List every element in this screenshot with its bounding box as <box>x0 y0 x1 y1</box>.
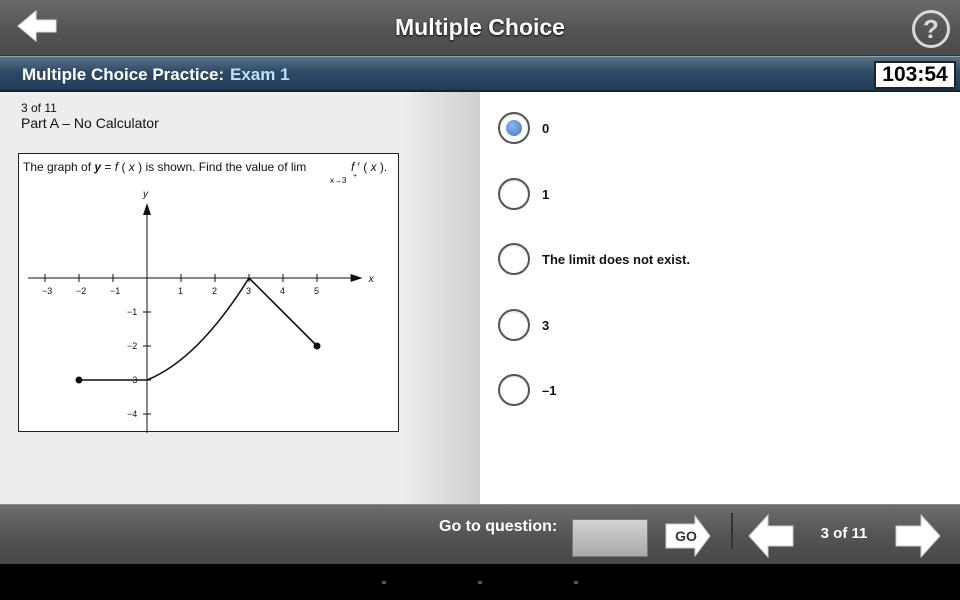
x-tick-label: 5 <box>314 286 319 296</box>
question-panel: 3 of 11 Part A – No Calculator The graph… <box>0 92 480 504</box>
limit-superscript: + <box>353 173 357 180</box>
question-part: Part A – No Calculator <box>21 115 159 131</box>
graph-endpoint-0 <box>75 376 83 384</box>
go-label: GO <box>675 528 697 544</box>
y-axis-label: y <box>142 189 149 200</box>
radio-button[interactable] <box>498 178 530 210</box>
goto-question-input[interactable] <box>572 519 648 557</box>
go-arrow-icon: GO <box>665 514 711 558</box>
limit-subscript: x→3 <box>330 176 347 185</box>
y-axis-arrow <box>143 203 151 215</box>
back-button[interactable] <box>14 8 62 44</box>
x-tick-label: 2 <box>212 286 217 296</box>
x-axis-label: x <box>368 274 375 285</box>
radio-button[interactable] <box>498 374 530 406</box>
function-graph: The graph of y = f ( x ) is shown. Find … <box>23 160 387 433</box>
x-tick-label: 1 <box>178 286 183 296</box>
x-tick-label: −1 <box>110 286 120 296</box>
nav-back-dot[interactable] <box>382 581 386 584</box>
choice-label: –1 <box>542 382 557 398</box>
go-button[interactable]: GO <box>665 514 711 558</box>
choice-label: 1 <box>542 186 550 202</box>
choice-2[interactable]: The limit does not exist. <box>498 242 690 276</box>
question-figure: The graph of y = f ( x ) is shown. Find … <box>18 153 399 433</box>
help-button[interactable]: ? <box>912 10 950 48</box>
choice-label: The limit does not exist. <box>542 251 691 267</box>
choice-label: 0 <box>542 120 550 136</box>
choice-1[interactable]: 1 <box>498 177 549 211</box>
graph-segment-1 <box>146 277 250 381</box>
navigation-bar: Go to question: GO 3 of 11 <box>0 504 960 564</box>
timer: 103:54 <box>874 61 956 89</box>
x-tick-label: −2 <box>76 286 86 296</box>
x-axis-arrow <box>350 274 363 282</box>
question-prompt: The graph of y = f ( x ) is shown. Find … <box>23 160 306 174</box>
arrow-left-icon <box>17 9 57 43</box>
y-tick-label: −1 <box>127 307 137 317</box>
choice-label: 3 <box>542 317 550 333</box>
prompt-derivative: f ′ ( x ). <box>351 160 387 174</box>
x-tick-label: −3 <box>42 286 52 296</box>
choice-4[interactable]: –1 <box>498 373 556 407</box>
radio-button[interactable] <box>498 112 530 144</box>
practice-label: Multiple Choice Practice: <box>22 65 225 84</box>
divider <box>731 513 733 549</box>
x-tick-label: 4 <box>280 286 285 296</box>
answer-panel: 0 1 The limit does not exist. 3 –1 <box>480 92 960 504</box>
y-tick-label: −2 <box>127 341 137 351</box>
arrow-left-icon <box>748 513 794 559</box>
exam-header-bar: Multiple Choice Practice: Exam 1 103:54 <box>0 56 960 92</box>
next-question-button[interactable] <box>895 513 941 559</box>
x-tick-label: 3 <box>246 286 251 296</box>
goto-label: Go to question: <box>439 518 558 535</box>
title-bar: Multiple Choice ? <box>0 0 960 56</box>
page-title: Multiple Choice <box>395 14 565 40</box>
choice-3[interactable]: 3 <box>498 308 549 342</box>
exam-name: Exam 1 <box>230 65 290 84</box>
nav-home-dot[interactable] <box>478 581 482 584</box>
previous-question-button[interactable] <box>748 513 794 559</box>
choice-0[interactable]: 0 <box>498 111 549 145</box>
radio-button[interactable] <box>498 243 530 275</box>
radio-button[interactable] <box>498 309 530 341</box>
arrow-right-icon <box>895 513 941 559</box>
system-nav-bar <box>0 564 960 600</box>
graph-endpoint-1 <box>313 342 321 350</box>
nav-recents-dot[interactable] <box>574 581 578 584</box>
question-counter: 3 of 11 <box>21 101 57 115</box>
y-tick-label: −4 <box>127 409 137 419</box>
page-indicator: 3 of 11 <box>820 525 868 542</box>
